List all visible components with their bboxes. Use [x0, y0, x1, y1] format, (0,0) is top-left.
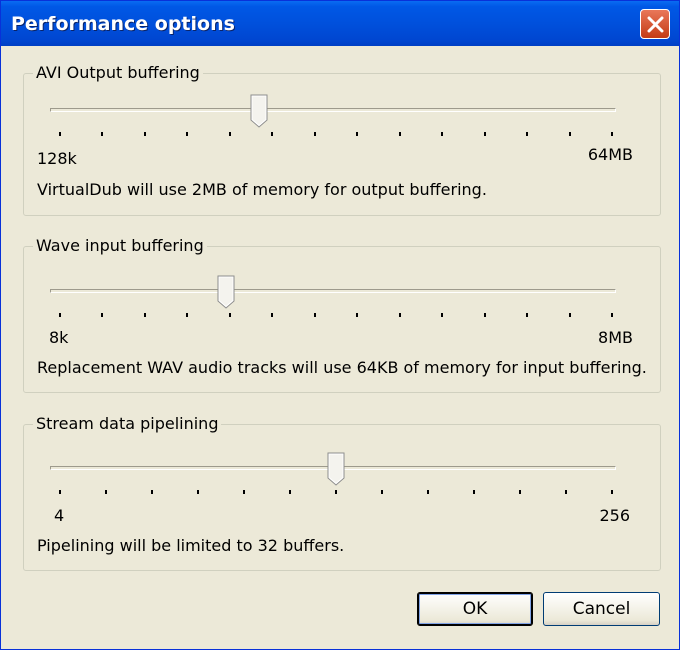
- slider-max-label: 8MB: [598, 328, 633, 347]
- slider-tick: [381, 490, 383, 494]
- slider-tick: [59, 132, 61, 136]
- slider-tick: [568, 132, 571, 136]
- slider-tick: [611, 313, 613, 317]
- slider-ticks: [24, 275, 660, 325]
- slider-tick: [611, 490, 613, 494]
- slider-tick: [526, 313, 529, 317]
- wave-input-buffering-slider[interactable]: [24, 275, 660, 325]
- slider-tick: [271, 313, 274, 317]
- slider-tick: [526, 132, 529, 136]
- slider-tick: [313, 132, 316, 136]
- dialog-body: AVI Output buffering 128k 64MB VirtualDu…: [5, 46, 675, 646]
- slider-tick: [289, 490, 291, 494]
- buffering-description: Replacement WAV audio tracks will use 64…: [37, 358, 647, 377]
- window-title: Performance options: [11, 13, 235, 35]
- close-icon: [647, 16, 664, 33]
- slider-tick: [101, 132, 104, 136]
- slider-tick: [398, 313, 401, 317]
- slider-tick: [59, 313, 61, 317]
- slider-tick: [151, 490, 153, 494]
- slider-min-label: 8k: [49, 328, 69, 347]
- slider-tick: [565, 490, 567, 494]
- slider-tick: [186, 132, 189, 136]
- slider-min-label: 128k: [37, 149, 77, 168]
- buffering-description: VirtualDub will use 2MB of memory for ou…: [37, 180, 487, 199]
- group-label: Wave input buffering: [33, 236, 207, 256]
- slider-tick: [59, 490, 61, 494]
- slider-tick: [519, 490, 521, 494]
- slider-tick: [271, 132, 274, 136]
- slider-max-label: 64MB: [587, 145, 633, 164]
- slider-tick: [313, 313, 316, 317]
- slider-tick: [243, 490, 245, 494]
- slider-tick: [143, 132, 146, 136]
- stream-data-pipelining-group: Stream data pipelining 4 256 Pipelining …: [23, 414, 661, 571]
- slider-tick: [611, 132, 613, 136]
- ok-button[interactable]: OK: [417, 592, 533, 626]
- slider-max-label: 256: [599, 506, 630, 525]
- slider-tick: [356, 132, 359, 136]
- slider-tick: [483, 132, 486, 136]
- slider-tick: [427, 490, 429, 494]
- slider-thumb[interactable]: [327, 452, 345, 486]
- slider-ticks: [24, 94, 660, 144]
- slider-tick: [441, 132, 444, 136]
- title-bar[interactable]: Performance options: [1, 1, 679, 46]
- slider-tick: [105, 490, 107, 494]
- slider-tick: [335, 490, 337, 494]
- cancel-button[interactable]: Cancel: [543, 592, 660, 626]
- group-label: Stream data pipelining: [33, 414, 222, 434]
- performance-options-dialog: Performance options AVI Output buffering…: [0, 0, 680, 650]
- wave-input-buffering-group: Wave input buffering 8k 8MB Replacement …: [23, 236, 661, 393]
- slider-tick: [398, 132, 401, 136]
- stream-data-pipelining-slider[interactable]: [24, 452, 660, 502]
- slider-tick: [568, 313, 571, 317]
- slider-tick: [228, 132, 231, 136]
- slider-tick: [143, 313, 146, 317]
- slider-min-label: 4: [54, 506, 65, 525]
- slider-tick: [228, 313, 231, 317]
- slider-tick: [101, 313, 104, 317]
- slider-thumb[interactable]: [217, 275, 235, 309]
- group-label: AVI Output buffering: [33, 63, 203, 83]
- slider-thumb[interactable]: [250, 94, 268, 128]
- slider-tick: [441, 313, 444, 317]
- slider-tick: [197, 490, 199, 494]
- slider-tick: [483, 313, 486, 317]
- pipelining-description: Pipelining will be limited to 32 buffers…: [37, 536, 345, 555]
- avi-output-buffering-slider[interactable]: [24, 94, 660, 144]
- slider-tick: [356, 313, 359, 317]
- slider-tick: [186, 313, 189, 317]
- close-button[interactable]: [640, 9, 670, 39]
- slider-tick: [473, 490, 475, 494]
- avi-output-buffering-group: AVI Output buffering 128k 64MB VirtualDu…: [23, 63, 661, 216]
